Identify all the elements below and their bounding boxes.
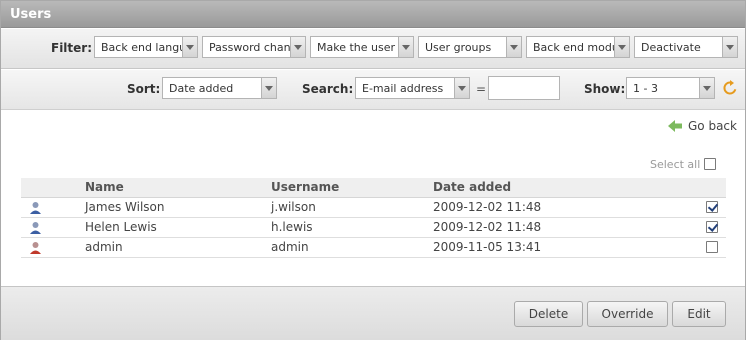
column-header-checkbox [701,178,726,198]
row-checkbox[interactable] [706,200,718,213]
user-username: admin [271,237,433,258]
show-select[interactable]: 1 - 3 [626,77,715,99]
search-label: Search: [302,82,354,96]
chevron-down-icon [290,37,305,57]
table-row[interactable]: James Wilson j.wilson 2009-12-02 11:48 [21,197,726,218]
user-username: h.lewis [271,217,433,238]
user-date-added: 2009-12-02 11:48 [433,197,701,218]
filter-back-end-language-select[interactable]: Back end langua [94,36,198,58]
row-checkbox[interactable] [706,240,718,253]
footer-bar: Delete Override Edit [1,286,745,340]
column-header-icon [21,178,85,198]
sort-search-bar: Sort: Date added Search: E-mail address … [1,70,745,110]
user-date-added: 2009-12-02 11:48 [433,217,701,238]
filter-deactivate-select[interactable]: Deactivate [634,36,738,58]
user-name[interactable]: admin [85,237,271,258]
user-icon [30,221,41,234]
row-checkbox[interactable] [706,220,718,233]
select-all-label: Select all [650,158,701,171]
sort-select[interactable]: Date added [162,77,277,99]
arrow-left-icon [668,120,682,132]
table-row[interactable]: admin admin 2009-11-05 13:41 [21,237,726,258]
column-header-name[interactable]: Name [85,178,271,198]
go-back-label: Go back [688,119,737,133]
chevron-down-icon [722,37,737,57]
user-name[interactable]: Helen Lewis [85,217,271,238]
user-username: j.wilson [271,197,433,218]
chevron-down-icon [182,37,197,57]
chevron-down-icon [261,78,276,98]
edit-button[interactable]: Edit [672,301,726,327]
user-date-added: 2009-11-05 13:41 [433,237,701,258]
override-button[interactable]: Override [587,301,668,327]
select-all-checkbox[interactable] [704,158,716,170]
filter-label: Filter: [51,41,93,55]
search-field-select[interactable]: E-mail address [355,77,470,99]
window-title: Users [10,7,52,22]
filter-user-groups-select[interactable]: User groups [418,36,522,58]
search-operator: = [476,82,487,96]
delete-button[interactable]: Delete [514,301,583,327]
chevron-down-icon [614,37,629,57]
table-row[interactable]: Helen Lewis h.lewis 2009-12-02 11:48 [21,217,726,238]
chevron-down-icon [398,37,413,57]
filter-back-end-modules-select[interactable]: Back end module [526,36,630,58]
column-header-username[interactable]: Username [271,178,433,198]
search-input[interactable] [488,76,560,100]
table-header-row: Name Username Date added [21,178,726,198]
filter-make-user-admin-select[interactable]: Make the user a [310,36,414,58]
column-header-date-added[interactable]: Date added [433,178,701,198]
users-panel: Users Filter: Back end langua Password c… [0,0,746,340]
chevron-down-icon [454,78,469,98]
refresh-icon[interactable] [722,80,738,96]
title-bar: Users [1,1,745,28]
user-name[interactable]: James Wilson [85,197,271,218]
chevron-down-icon [506,37,521,57]
users-table: Name Username Date added James Wilson j.… [21,178,726,258]
sort-label: Sort: [127,82,161,96]
user-icon [30,201,41,214]
chevron-down-icon [699,78,714,98]
filter-password-change-select[interactable]: Password chang [202,36,306,58]
admin-user-icon [30,241,41,254]
filter-bar: Filter: Back end langua Password chang M… [1,29,745,69]
show-label: Show: [584,82,626,96]
